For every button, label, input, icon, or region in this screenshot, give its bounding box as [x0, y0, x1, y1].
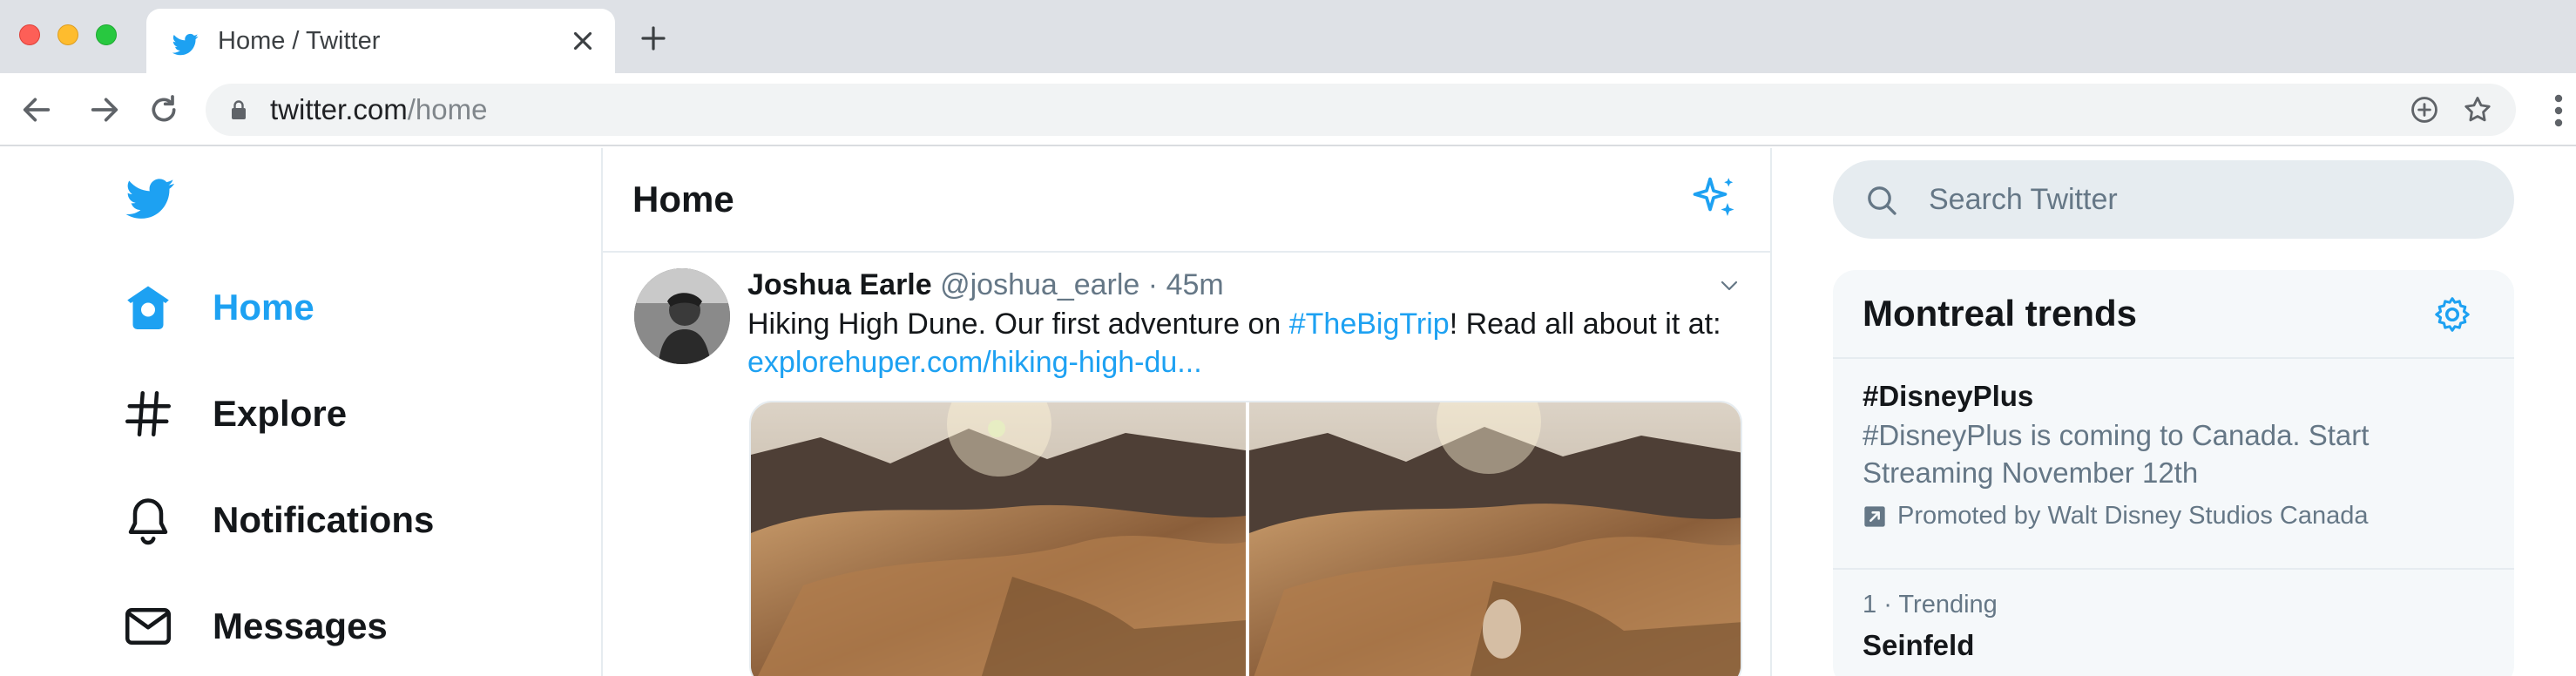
more-vertical-icon[interactable]: [2552, 92, 2565, 129]
forward-arrow-icon[interactable]: [87, 92, 122, 127]
divider: [1833, 357, 2514, 359]
add-circle-icon[interactable]: [2410, 95, 2439, 125]
promoted-icon: [1864, 505, 1885, 527]
search-bar[interactable]: [1833, 160, 2514, 239]
tweet-separator: ·: [1147, 268, 1159, 301]
close-icon[interactable]: [568, 26, 598, 56]
gear-icon[interactable]: [2432, 294, 2472, 335]
tweet-text: Hiking High Dune. Our first adventure on…: [747, 305, 1741, 382]
page-title: Home: [632, 179, 734, 220]
sidebar-item-notifications[interactable]: Notifications: [122, 490, 434, 551]
tweet-timestamp[interactable]: 45m: [1166, 268, 1224, 301]
search-icon: [1868, 186, 1897, 215]
tweet-text-start: Hiking High Dune. Our first adventure on: [747, 308, 1289, 341]
trend-description: #DisneyPlus is coming to Canada. Start S…: [1863, 419, 2370, 489]
sidebar-item-label: Messages: [213, 605, 388, 646]
sidebar-item-label: Notifications: [213, 499, 435, 540]
twitter-logo-icon[interactable]: [122, 174, 179, 223]
trend-name[interactable]: #DisneyPlus: [1863, 380, 2033, 413]
divider: [1833, 568, 2514, 570]
chevron-down-icon[interactable]: [1716, 275, 1742, 296]
tweet-header: Joshua Earle @joshua_earle · 45m: [747, 267, 1224, 303]
tweet-media[interactable]: [749, 401, 1742, 676]
promoted-label: Promoted by Walt Disney Studios Canada: [1863, 502, 2369, 531]
reload-icon[interactable]: [146, 92, 181, 127]
sidebar-item-home[interactable]: Home: [122, 277, 314, 338]
window-close-button[interactable]: [19, 24, 40, 45]
trends-title: Montreal trends: [1863, 293, 2138, 334]
promoted-text: Promoted by Walt Disney Studios Canada: [1897, 502, 2369, 530]
browser-toolbar: twitter.com/home: [0, 73, 2576, 146]
browser-tab[interactable]: Home / Twitter: [146, 9, 615, 75]
hashtag-icon: [125, 391, 171, 436]
sidebar-item-label: Explore: [213, 393, 348, 434]
timeline-header: Home: [603, 148, 1770, 253]
dune-photo-2[interactable]: [1249, 402, 1742, 676]
avatar[interactable]: [634, 268, 730, 364]
trend-separator: ·: [1883, 591, 1892, 619]
tweet-author-name[interactable]: Joshua Earle: [747, 268, 932, 301]
bell-icon: [128, 498, 168, 545]
search-input[interactable]: [1929, 160, 2469, 239]
home-icon: [127, 286, 169, 329]
url-host: twitter.com: [270, 93, 408, 125]
avatar-image: [634, 268, 730, 364]
trend-name[interactable]: Seinfeld: [1863, 629, 1974, 662]
timeline-column: Home Joshua Earle @joshua_earle · 45m Hi…: [601, 148, 1772, 676]
sidebar-item-messages[interactable]: Messages: [122, 596, 388, 657]
window-minimize-button[interactable]: [57, 24, 78, 45]
sidebar-item-label: Home: [213, 287, 314, 328]
trend-rank: 1: [1863, 591, 1877, 619]
address-bar[interactable]: twitter.com/home: [206, 84, 2516, 136]
trend-meta: 1 · Trending: [1863, 591, 1998, 619]
back-arrow-icon[interactable]: [19, 92, 54, 127]
lock-icon[interactable]: [230, 99, 247, 120]
hashtag-link[interactable]: #TheBigTrip: [1289, 308, 1450, 341]
url-text[interactable]: twitter.com/home: [270, 84, 487, 136]
twitter-page: Home Explore Notifications Messages Home: [0, 148, 2576, 676]
envelope-icon: [125, 608, 171, 645]
tab-title: Home / Twitter: [218, 27, 381, 55]
sparkle-icon[interactable]: [1688, 172, 1741, 225]
sidebar-item-explore[interactable]: Explore: [122, 383, 347, 444]
dune-photo-1[interactable]: [751, 402, 1246, 676]
tweet[interactable]: Joshua Earle @joshua_earle · 45m Hiking …: [603, 254, 1770, 676]
tweet-text-end: ! Read all about it at:: [1449, 308, 1721, 341]
browser-tab-strip: Home / Twitter: [0, 0, 2576, 75]
new-tab-plus-icon[interactable]: [639, 24, 667, 52]
url-path: /home: [407, 93, 488, 125]
trends-panel: Montreal trends #DisneyPlus #DisneyPlus …: [1833, 270, 2514, 676]
bookmark-star-icon[interactable]: [2462, 94, 2493, 125]
right-sidebar: Montreal trends #DisneyPlus #DisneyPlus …: [1833, 148, 2514, 676]
tweet-url-link[interactable]: explorehuper.com/hiking-high-du...: [747, 346, 1202, 379]
trend-context: Trending: [1898, 591, 1998, 619]
tweet-author-handle[interactable]: @joshua_earle: [940, 268, 1139, 301]
twitter-bird-icon: [172, 33, 199, 56]
window-maximize-button[interactable]: [96, 24, 117, 45]
